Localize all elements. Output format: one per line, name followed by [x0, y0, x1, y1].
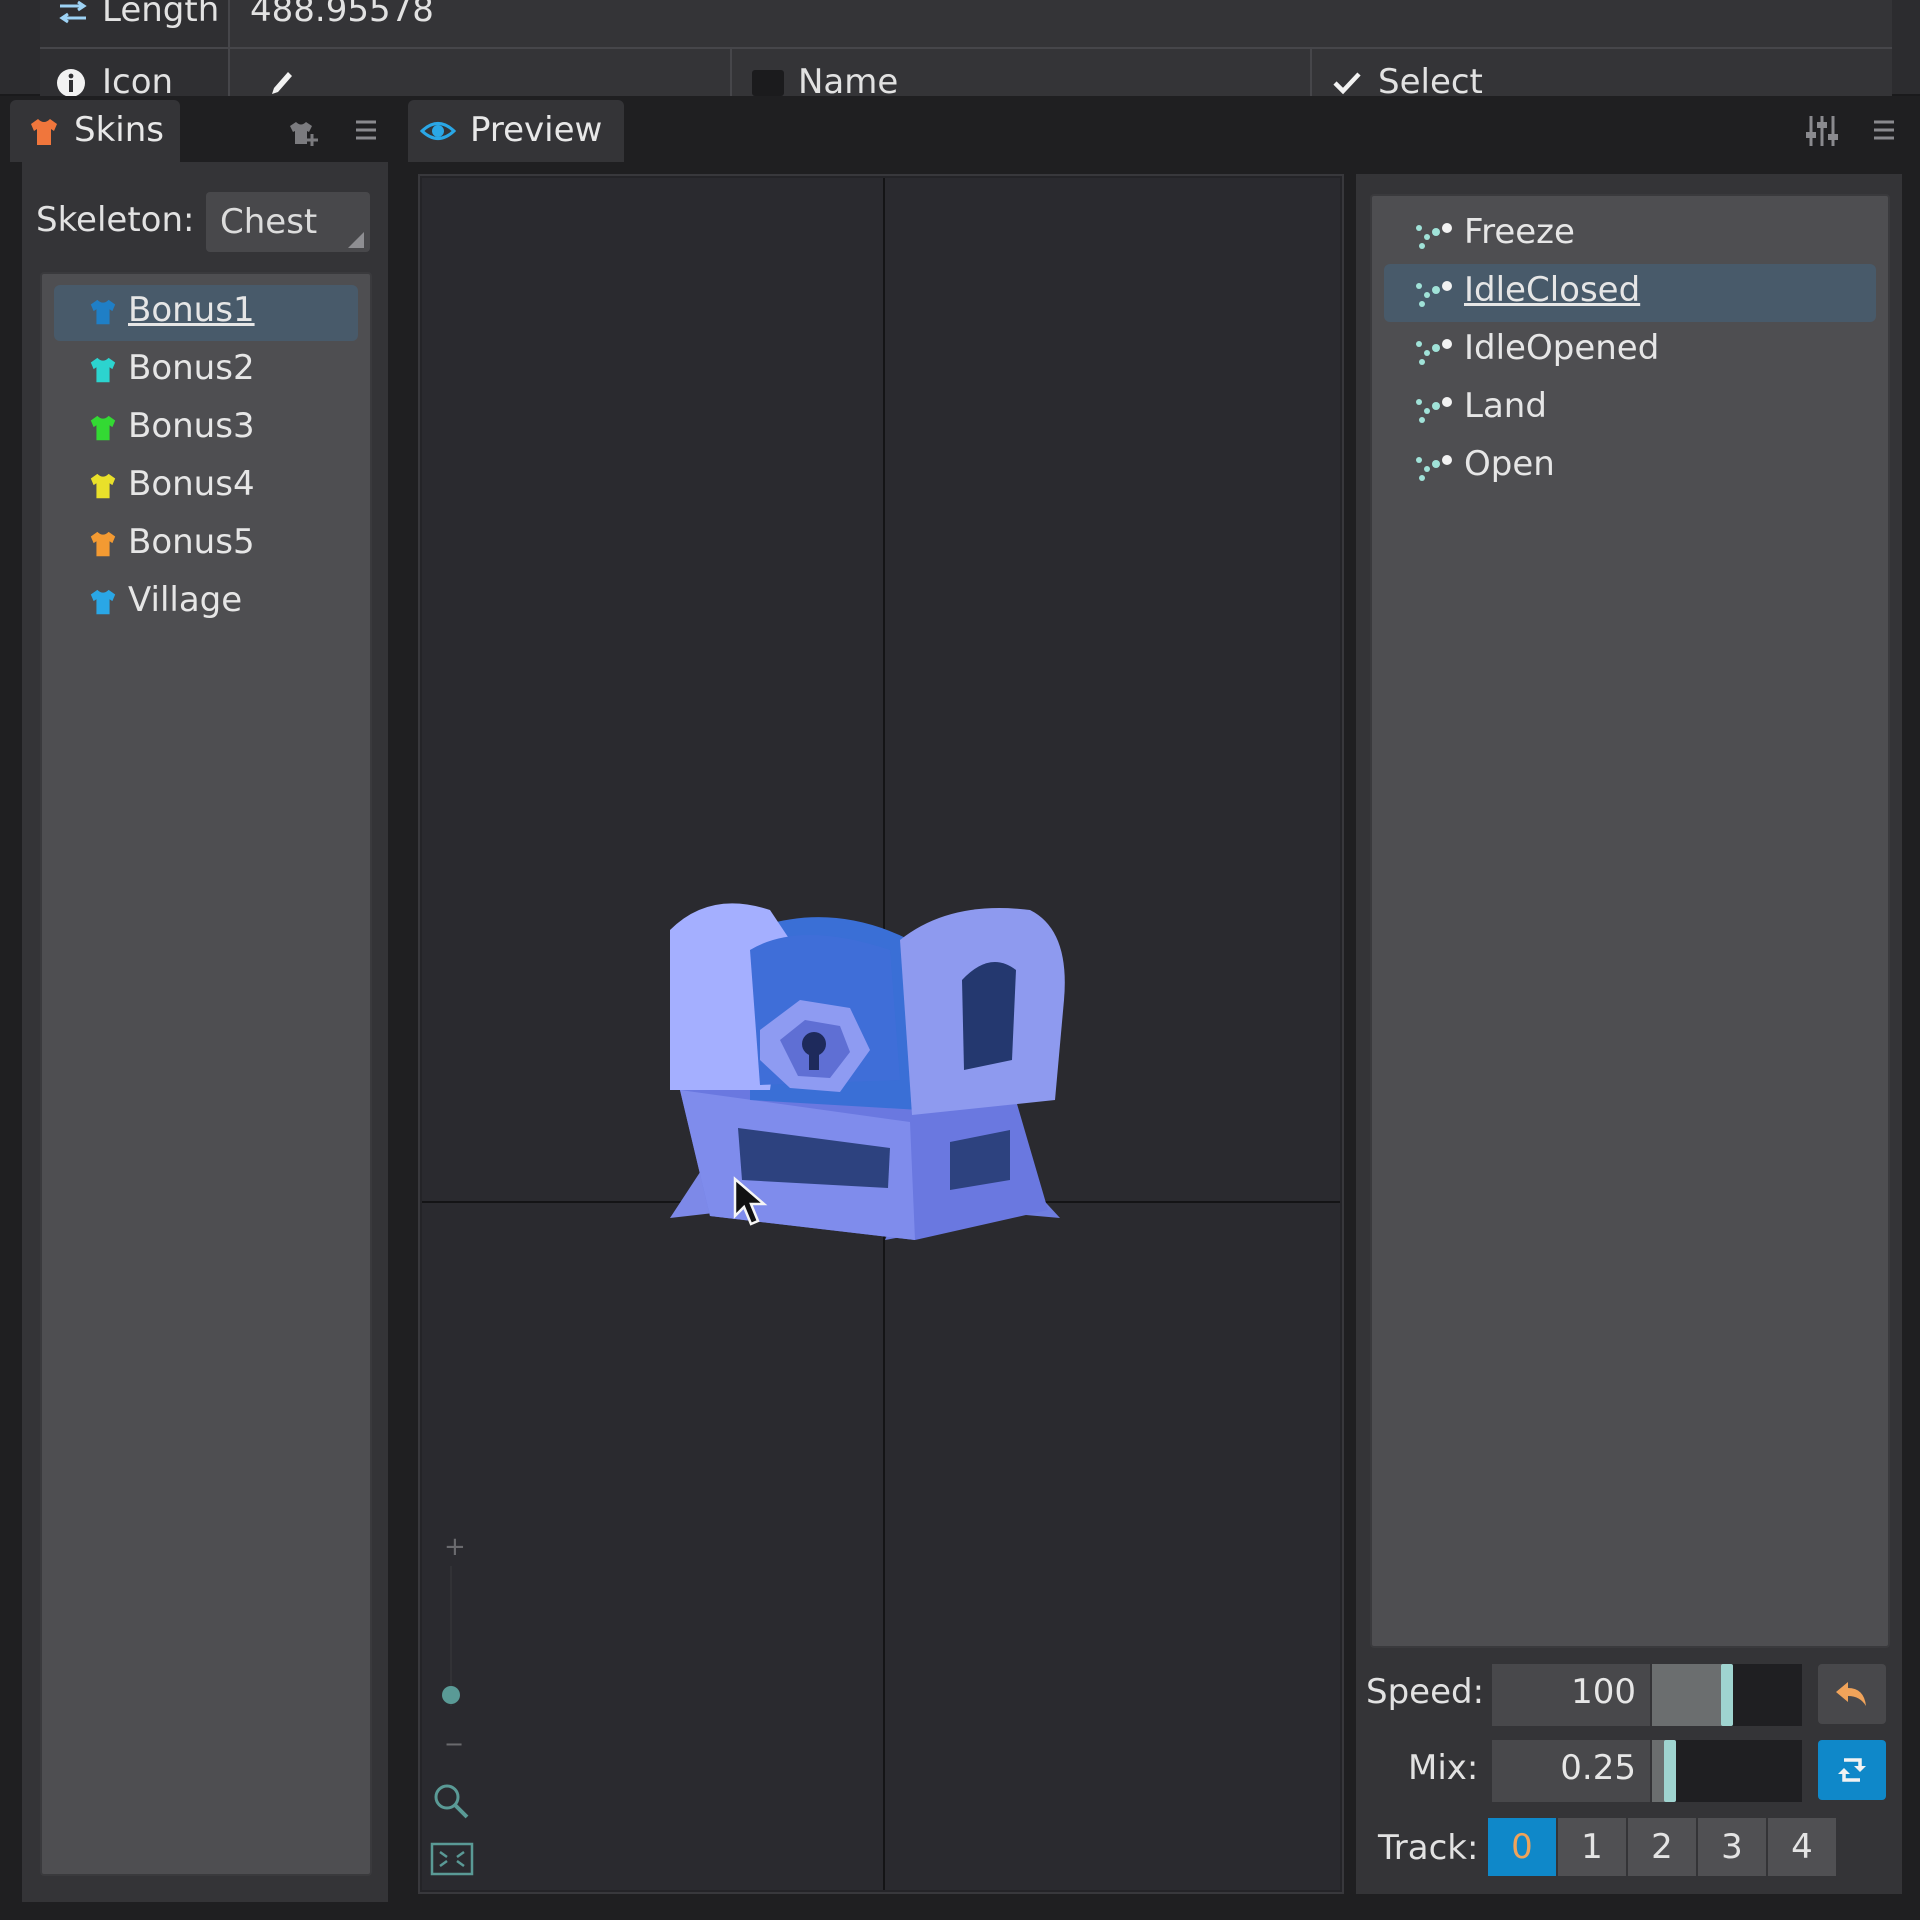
menu-icon[interactable]	[354, 118, 378, 142]
skeleton-label: Skeleton:	[36, 200, 195, 240]
tab-preview-label: Preview	[470, 110, 603, 150]
track-button-3[interactable]: 3	[1698, 1818, 1766, 1876]
speed-slider-fill	[1652, 1664, 1727, 1726]
skeleton-dropdown[interactable]: Chest	[206, 192, 370, 252]
speed-label: Speed:	[1366, 1672, 1485, 1712]
animation-item-land[interactable]	[1384, 380, 1876, 438]
shirt-icon	[90, 299, 116, 325]
track-button-4[interactable]: 4	[1768, 1818, 1836, 1876]
zoom-in-icon[interactable]: +	[444, 1532, 466, 1562]
info-icon	[57, 69, 85, 97]
animation-icon	[1416, 223, 1452, 249]
zoom-slider-track[interactable]	[450, 1566, 452, 1706]
skin-label: Bonus2	[128, 348, 255, 388]
speed-input[interactable]: 100	[1492, 1664, 1650, 1726]
animation-icon	[1416, 281, 1452, 307]
zoom-out-icon[interactable]: −	[444, 1730, 464, 1758]
properties-divider	[40, 47, 1892, 49]
skin-label: Bonus1	[128, 290, 255, 330]
length-value[interactable]: 488.95578	[250, 0, 434, 30]
track-button-1[interactable]: 1	[1558, 1818, 1626, 1876]
shirt-icon	[90, 473, 116, 499]
check-icon[interactable]	[1332, 70, 1362, 96]
length-label: Length	[102, 0, 220, 30]
name-checkbox[interactable]	[752, 70, 784, 96]
animation-label: IdleClosed	[1464, 270, 1641, 310]
column-divider	[1310, 49, 1312, 96]
pencil-icon[interactable]	[268, 70, 296, 96]
menu-icon[interactable]	[1872, 118, 1896, 142]
shirt-icon	[90, 357, 116, 383]
tab-skins-label: Skins	[74, 110, 164, 150]
length-icon	[59, 0, 87, 24]
mouse-cursor-icon	[733, 1176, 768, 1226]
animation-item-open[interactable]	[1384, 438, 1876, 496]
track-button-0[interactable]: 0	[1488, 1818, 1556, 1876]
animation-label: IdleOpened	[1464, 328, 1660, 368]
shirt-icon	[31, 119, 57, 145]
skin-label: Bonus3	[128, 406, 255, 446]
skin-label: Bonus5	[128, 522, 255, 562]
track-button-2[interactable]: 2	[1628, 1818, 1696, 1876]
skin-label: Village	[128, 580, 243, 620]
skeleton-value: Chest	[220, 202, 318, 242]
animation-icon	[1416, 455, 1452, 481]
zoom-slider-thumb[interactable]	[442, 1686, 460, 1704]
speed-slider-thumb[interactable]	[1721, 1664, 1733, 1726]
animation-icon	[1416, 339, 1452, 365]
shirt-icon	[90, 531, 116, 557]
loop-button[interactable]	[1818, 1740, 1886, 1800]
mix-label: Mix:	[1408, 1748, 1479, 1788]
shirt-icon	[90, 415, 116, 441]
fit-view-icon[interactable]	[430, 1842, 474, 1876]
animation-label: Freeze	[1464, 212, 1575, 252]
speed-slider[interactable]	[1652, 1664, 1802, 1726]
mix-slider[interactable]	[1652, 1740, 1802, 1802]
column-divider	[730, 49, 732, 96]
dropdown-corner-icon	[348, 232, 364, 248]
back-button[interactable]	[1818, 1664, 1886, 1724]
mix-input[interactable]: 0.25	[1492, 1740, 1650, 1802]
animation-item-freeze[interactable]	[1384, 206, 1876, 264]
search-icon[interactable]	[432, 1782, 470, 1820]
animation-label: Land	[1464, 386, 1547, 426]
shirt-icon	[90, 589, 116, 615]
skin-label: Bonus4	[128, 464, 255, 504]
new-skin-icon[interactable]	[286, 116, 320, 150]
loop-icon	[1838, 1758, 1866, 1782]
settings-sliders-icon[interactable]	[1804, 114, 1840, 148]
track-label: Track:	[1378, 1828, 1479, 1868]
animation-icon	[1416, 397, 1452, 423]
animation-label: Open	[1464, 444, 1555, 484]
eye-icon	[420, 122, 456, 140]
chest-sprite	[670, 903, 1065, 1240]
undo-arrow-icon	[1836, 1682, 1866, 1706]
mix-slider-thumb[interactable]	[1664, 1740, 1676, 1802]
